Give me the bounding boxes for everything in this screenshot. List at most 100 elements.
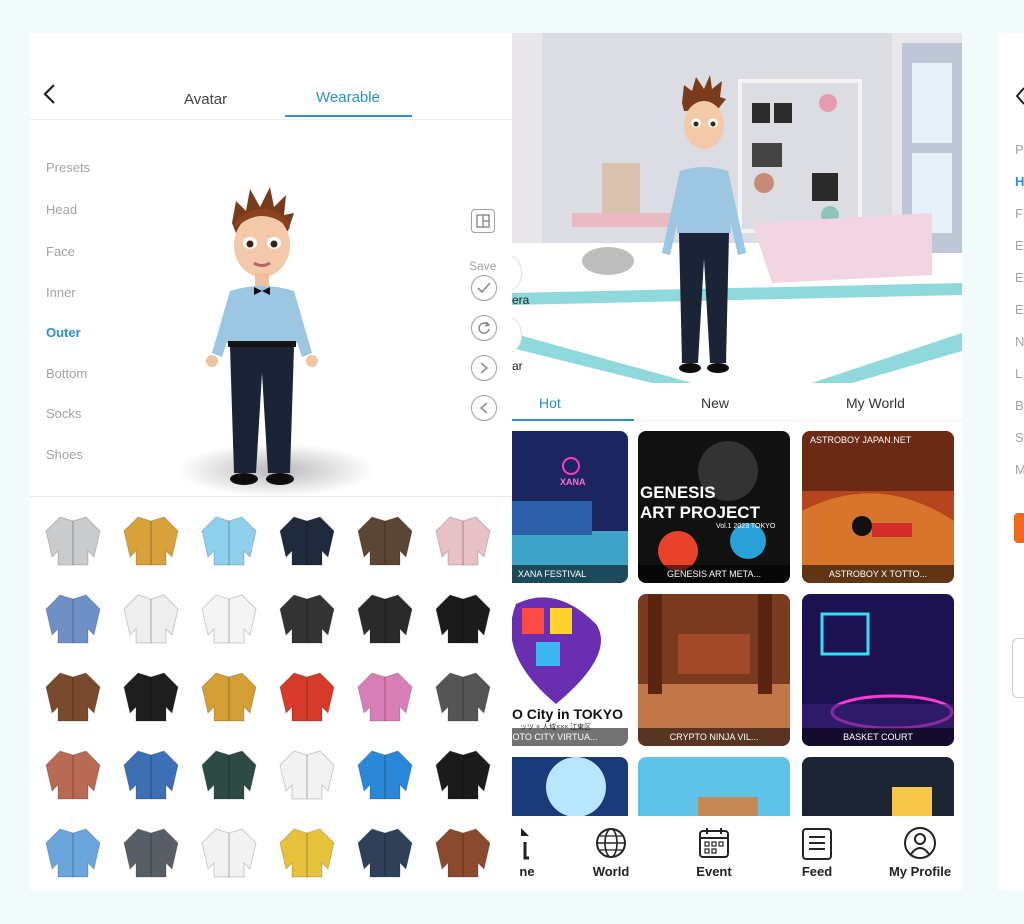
tab-hot[interactable]: Hot	[539, 395, 561, 411]
layout-button[interactable]	[471, 209, 495, 233]
tab-new[interactable]: New	[701, 395, 729, 411]
category-shoes[interactable]: Shoes	[46, 447, 83, 462]
world-art-text: GENESIS ART PROJECT	[640, 483, 760, 523]
category-bottom[interactable]: Bottom	[46, 366, 87, 381]
category-socks[interactable]: Socks	[46, 406, 81, 421]
wearable-item-brown-vest[interactable]	[354, 511, 416, 569]
reset-button[interactable]	[471, 315, 497, 341]
avatar-editor-panel: Avatar Wearable Presets Head Face Inner …	[30, 33, 512, 890]
category-label-active[interactable]: H	[1015, 174, 1024, 189]
wearable-item-patchwork-jacket[interactable]	[354, 823, 416, 881]
action-button[interactable]	[1014, 513, 1024, 543]
jacket-icon	[435, 594, 491, 644]
world-art-text: O City in TOKYO	[512, 706, 623, 722]
wearable-item-striped-sailor-top[interactable]	[276, 589, 338, 647]
jacket-icon	[279, 594, 335, 644]
world-card[interactable]: XANA XANA FESTIVAL	[512, 431, 628, 583]
jacket-icon	[357, 594, 413, 644]
calendar-icon	[699, 828, 729, 858]
nav-home[interactable]: ne	[512, 826, 552, 879]
nav-world[interactable]: World	[571, 826, 651, 879]
wearable-item-black-white-poncho[interactable]	[354, 589, 416, 647]
world-thumbnail	[512, 431, 628, 583]
wearable-item-red-striped-sweater[interactable]	[42, 745, 104, 803]
category-head[interactable]: Head	[46, 202, 77, 217]
nav-event[interactable]: Event	[674, 826, 754, 879]
wearable-item-striped-shirt[interactable]	[432, 667, 494, 725]
category-inner[interactable]: Inner	[46, 285, 76, 300]
jacket-icon	[435, 750, 491, 800]
wearable-item-black-jacket[interactable]	[120, 667, 182, 725]
category-label[interactable]: E	[1015, 270, 1024, 285]
previous-button[interactable]	[471, 395, 497, 421]
jacket-icon	[201, 672, 257, 722]
world-card[interactable]: BASKET COURT	[802, 594, 954, 746]
side-card[interactable]	[1012, 638, 1024, 698]
category-label[interactable]: E	[1015, 302, 1024, 317]
category-face[interactable]: Face	[46, 244, 75, 259]
jacket-icon	[279, 672, 335, 722]
wearable-item-pink-puffer[interactable]	[432, 511, 494, 569]
wearable-item-white-harness-jacket[interactable]	[120, 589, 182, 647]
wearable-item-denim-shirt[interactable]	[42, 589, 104, 647]
tab-wearable[interactable]: Wearable	[316, 89, 380, 106]
wearable-item-denim-jacket-orange[interactable]	[42, 823, 104, 881]
tab-avatar[interactable]: Avatar	[184, 91, 227, 108]
wearable-item-yellow-blue-jacket[interactable]	[276, 823, 338, 881]
jacket-icon	[357, 516, 413, 566]
nav-feed[interactable]: Feed	[777, 826, 857, 879]
category-outer[interactable]: Outer	[46, 325, 81, 340]
category-label[interactable]: B	[1015, 398, 1024, 413]
wearable-item-red-jacket[interactable]	[276, 667, 338, 725]
world-card[interactable]: O City in TOKYO ッツ × 人域××× 江東区 KOTO CITY…	[512, 594, 628, 746]
active-tab-underline	[512, 419, 634, 421]
jacket-icon	[435, 672, 491, 722]
wearable-item-blue-patterned-jacket[interactable]	[354, 745, 416, 803]
avatar-preview[interactable]	[192, 183, 332, 493]
world-card[interactable]: CRYPTO NINJA VIL...	[638, 594, 790, 746]
category-label[interactable]: F	[1015, 206, 1023, 221]
wearable-item-green-tie-blazer[interactable]	[198, 745, 260, 803]
wearable-item-white-tie-shirt[interactable]	[198, 823, 260, 881]
world-art-text: ASTROBOY JAPAN.NET	[810, 435, 912, 445]
category-label[interactable]: M	[1015, 462, 1024, 477]
wearable-item-light-blue-blazer[interactable]	[198, 511, 260, 569]
category-label[interactable]: S	[1015, 430, 1024, 445]
wearable-item-graphic-tee[interactable]	[432, 745, 494, 803]
chevron-left-icon[interactable]	[1015, 87, 1024, 105]
room-scene[interactable]	[512, 33, 962, 383]
jacket-icon	[279, 828, 335, 878]
nav-feed-label: Feed	[801, 864, 833, 879]
world-card[interactable]: GENESIS ART PROJECT Vol.1 2023 TOKYO GEN…	[638, 431, 790, 583]
next-button[interactable]	[471, 355, 497, 381]
world-thumbnail	[802, 431, 954, 583]
jacket-icon	[45, 828, 101, 878]
wearable-item-navy-shirt-jacket[interactable]	[276, 511, 338, 569]
chevron-right-icon	[480, 362, 488, 374]
wearable-item-leopard-blazer[interactable]	[198, 667, 260, 725]
wearable-item-brown-suit-jacket[interactable]	[432, 823, 494, 881]
wearable-item-mustard-jacket[interactable]	[120, 511, 182, 569]
overlay-label-avatar: ar	[512, 359, 523, 373]
wearable-item-grey-cardigan[interactable]	[42, 511, 104, 569]
wearable-item-pink-sweater[interactable]	[354, 667, 416, 725]
tab-my-world[interactable]: My World	[846, 395, 905, 411]
nav-my-profile[interactable]: My Profile	[880, 826, 960, 879]
wearable-item-plaid-grey-jacket[interactable]	[120, 823, 182, 881]
jacket-icon	[201, 750, 257, 800]
category-label[interactable]: N	[1015, 334, 1024, 349]
wearable-item-blue-striped-sweater[interactable]	[120, 745, 182, 803]
category-label[interactable]: E	[1015, 238, 1024, 253]
reset-icon	[478, 321, 491, 334]
layout-icon	[476, 214, 490, 228]
save-confirm-button[interactable]	[471, 275, 497, 301]
world-card[interactable]: ASTROBOY JAPAN.NET ASTROBOY X TOTTO...	[802, 431, 954, 583]
category-presets[interactable]: Presets	[46, 160, 90, 175]
category-label[interactable]: L	[1015, 366, 1022, 381]
wearable-item-brown-leather-jacket[interactable]	[42, 667, 104, 725]
wearable-item-white-shirt[interactable]	[198, 589, 260, 647]
wearable-item-black-mesh-top[interactable]	[432, 589, 494, 647]
category-label[interactable]: P	[1015, 142, 1024, 157]
jacket-icon	[357, 672, 413, 722]
wearable-item-varsity-jacket[interactable]	[276, 745, 338, 803]
